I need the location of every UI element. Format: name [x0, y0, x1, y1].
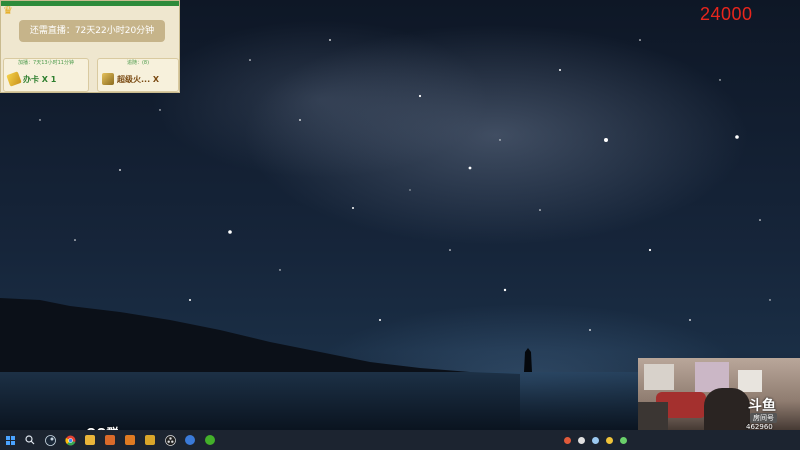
room-number: 462960	[746, 423, 773, 430]
tray-app-icon[interactable]	[574, 430, 588, 450]
folder-icon[interactable]	[80, 430, 100, 450]
game-app-icon[interactable]	[100, 430, 120, 450]
chrome-icon[interactable]	[60, 430, 80, 450]
tray-app-icon[interactable]	[588, 430, 602, 450]
score-counter: 24000	[700, 4, 753, 24]
live-stream-panel: ♛ 还需直播：72天22小时20分钟 加播：7天13小时11分钟 办卡 X 1 …	[0, 0, 180, 93]
card-ticket-icon	[6, 71, 22, 87]
tray-app-icon[interactable]	[560, 430, 574, 450]
webcam-poster-small	[738, 370, 762, 392]
reward-card-card[interactable]: 加播：7天13小时11分钟 办卡 X 1	[3, 58, 89, 92]
wechat-icon[interactable]	[200, 430, 220, 450]
live-countdown: 还需直播：72天22小时20分钟	[19, 20, 165, 42]
room-label: 房间号	[750, 413, 777, 423]
super-rocket-icon	[102, 73, 114, 85]
system-tray	[560, 430, 630, 450]
webcam-streamer	[704, 388, 750, 430]
taskbar	[0, 430, 800, 450]
network-app-icon[interactable]	[180, 430, 200, 450]
webcam-window	[644, 364, 674, 390]
panel-top-bar	[1, 1, 179, 6]
windows-start-icon[interactable]	[0, 430, 20, 450]
tray-app-icon[interactable]	[602, 430, 616, 450]
reward-card-rocket[interactable]: 追随：(8) 超级火... X	[97, 58, 179, 92]
reward-card-label: 办卡 X 1	[23, 74, 57, 84]
crown-icon: ♛	[3, 4, 13, 17]
obs-icon[interactable]	[160, 430, 180, 450]
reward-card-header: 追随：(8)	[126, 60, 150, 66]
steam-icon[interactable]	[40, 430, 60, 450]
game-app-icon[interactable]	[120, 430, 140, 450]
reward-card-label: 超级火... X	[117, 74, 160, 84]
search-icon[interactable]	[20, 430, 40, 450]
tray-app-icon[interactable]	[616, 430, 630, 450]
reward-card-header: 加播：7天13小时11分钟	[18, 60, 74, 66]
webcam-chair	[638, 402, 668, 430]
webcam-feed: 斗鱼 房间号 462960	[638, 358, 800, 430]
douyu-logo: 斗鱼	[748, 398, 776, 414]
game-app-icon[interactable]	[140, 430, 160, 450]
